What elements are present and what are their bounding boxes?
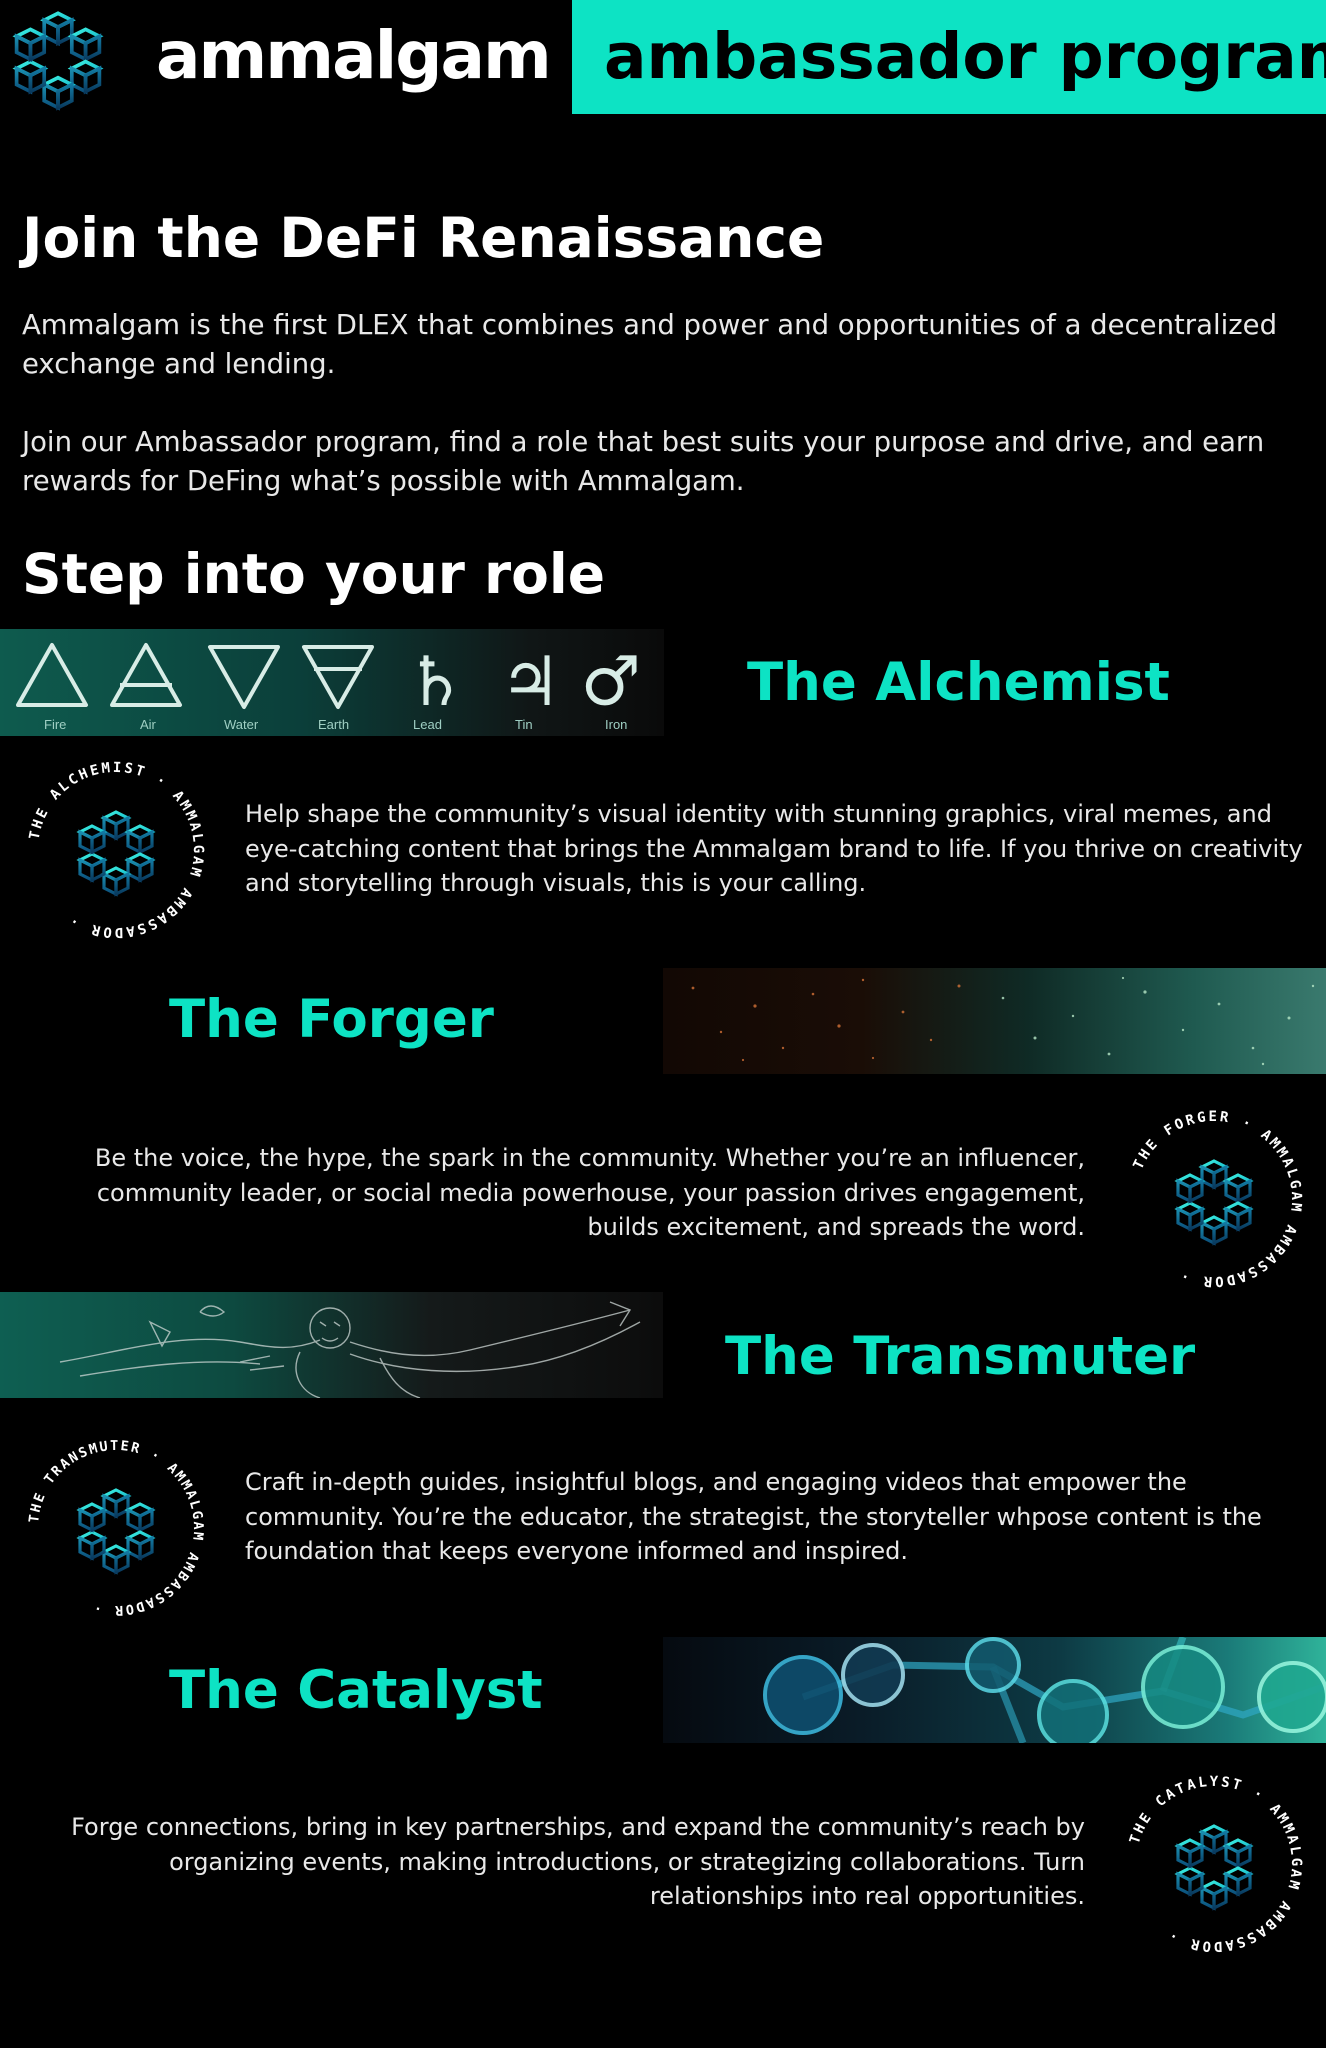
role-title-catalyst: The Catalyst xyxy=(169,1660,543,1721)
svg-text:THE FORGER · AMMALGAM AMBASSAD: THE FORGER · AMMALGAM AMBASSADOR · xyxy=(1130,1109,1304,1289)
water-symbol-icon xyxy=(208,645,280,709)
svg-text:Fire: Fire xyxy=(44,717,66,732)
alchemist-badge-icon: THE ALCHEMIST · AMMALGAM AMBASSADOR · xyxy=(21,755,211,945)
catalyst-badge-icon: THE CATALYST · AMMALGAM AMBASSADOR · xyxy=(1119,1769,1309,1959)
alchemy-symbols-image: ♄ ♃ ♂ Fire Air Water Earth Lead Tin Iron xyxy=(0,629,664,736)
page-title: Join the DeFi Renaissance xyxy=(22,206,825,270)
svg-text:THE TRANSMUTER · AMMALGAM AMBA: THE TRANSMUTER · AMMALGAM AMBASSADOR · xyxy=(26,1438,206,1618)
svg-text:Earth: Earth xyxy=(318,717,349,732)
catalyst-molecules-image xyxy=(663,1637,1326,1743)
role-title-alchemist: The Alchemist xyxy=(747,652,1170,713)
svg-text:THE CATALYST · AMMALGAM AMBASS: THE CATALYST · AMMALGAM AMBASSADOR · xyxy=(1127,1774,1304,1954)
brand-name: ammalgam xyxy=(156,17,552,94)
air-symbol-icon xyxy=(110,643,182,707)
tin-symbol-icon: ♃ xyxy=(500,643,561,722)
role-title-forger: The Forger xyxy=(169,989,494,1050)
intro-paragraph-1: Ammalgam is the first DLEX that combines… xyxy=(22,309,1278,380)
svg-text:Lead: Lead xyxy=(413,717,442,732)
transmuter-sketch-image xyxy=(0,1292,663,1398)
role-desc-alchemist: Help shape the community’s visual identi… xyxy=(245,800,1303,897)
banner-title: ambassador program xyxy=(604,20,1326,93)
fire-symbol-icon xyxy=(16,643,88,707)
role-desc-catalyst: Forge connections, bring in key partners… xyxy=(71,1813,1085,1910)
transmuter-badge-icon: THE TRANSMUTER · AMMALGAM AMBASSADOR · xyxy=(21,1433,211,1623)
svg-text:THE ALCHEMIST · AMMALGAM AMBAS: THE ALCHEMIST · AMMALGAM AMBASSADOR · xyxy=(27,760,206,940)
svg-text:Air: Air xyxy=(140,717,157,732)
role-desc-forger: Be the voice, the hype, the spark in the… xyxy=(94,1144,1085,1241)
intro-paragraph-2: Join our Ambassador program, find a role… xyxy=(22,426,1265,497)
forger-badge-icon: THE FORGER · AMMALGAM AMBASSADOR · xyxy=(1119,1104,1309,1294)
forger-sparks-image xyxy=(663,968,1326,1074)
svg-text:Iron: Iron xyxy=(605,717,627,732)
roles-heading: Step into your role xyxy=(22,542,606,606)
iron-symbol-icon: ♂ xyxy=(580,643,641,722)
svg-text:Tin: Tin xyxy=(515,717,533,732)
svg-text:Water: Water xyxy=(224,717,259,732)
lead-symbol-icon: ♄ xyxy=(405,643,466,722)
role-desc-transmuter: Craft in-depth guides, insightful blogs,… xyxy=(245,1468,1262,1565)
ammalgam-logo-icon xyxy=(0,0,116,114)
ambassador-banner: ambassador program xyxy=(572,0,1326,114)
role-title-transmuter: The Transmuter xyxy=(725,1326,1196,1387)
earth-symbol-icon xyxy=(302,645,374,709)
